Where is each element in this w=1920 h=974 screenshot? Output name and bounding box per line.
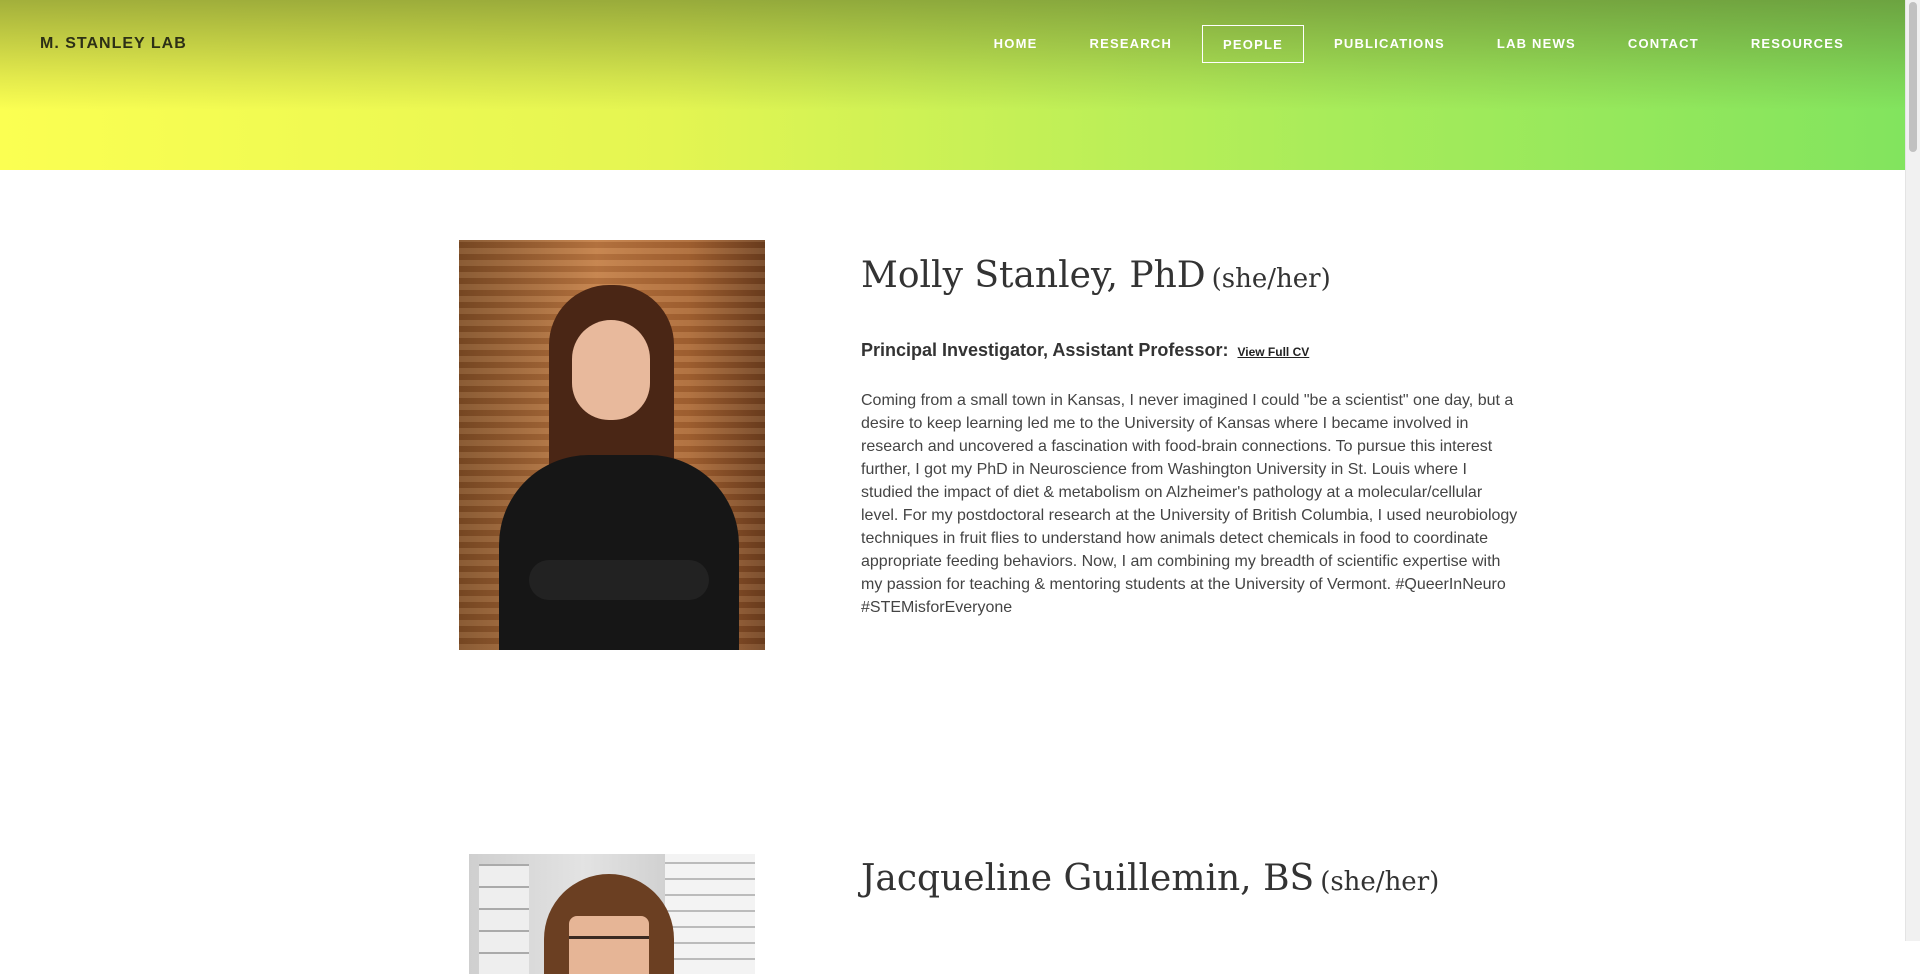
person-role: Principal Investigator, Assistant Profes… <box>861 340 1309 361</box>
person-name: Molly Stanley, PhD (she/her) <box>861 255 1331 296</box>
nav-lab-news[interactable]: LAB NEWS <box>1471 25 1602 63</box>
nav-home[interactable]: HOME <box>968 25 1064 63</box>
photo-shelf-left <box>479 864 529 974</box>
nav-people[interactable]: PEOPLE <box>1202 25 1304 63</box>
nav-resources[interactable]: RESOURCES <box>1725 25 1870 63</box>
nav-publications[interactable]: PUBLICATIONS <box>1308 25 1471 63</box>
scrollbar-thumb[interactable] <box>1909 2 1917 152</box>
photo-glasses <box>569 936 649 955</box>
portrait-photo <box>469 854 755 974</box>
photo-arms <box>529 560 709 600</box>
photo-body <box>499 455 739 650</box>
person-bio: Coming from a small town in Kansas, I ne… <box>861 392 1518 616</box>
nav-research[interactable]: RESEARCH <box>1063 25 1198 63</box>
portrait-photo <box>459 240 765 650</box>
person-role-text: Principal Investigator, Assistant Profes… <box>861 340 1229 360</box>
person-name-text: Molly Stanley, PhD <box>861 255 1206 296</box>
person-pronouns: (she/her) <box>1211 264 1331 294</box>
person-name-text: Jacqueline Guillemin, BS <box>861 858 1315 899</box>
view-cv-link[interactable]: View Full CV <box>1237 345 1309 359</box>
photo-shelf-right <box>665 854 755 974</box>
photo-face <box>572 320 650 420</box>
site-logo[interactable]: M. STANLEY LAB <box>40 35 187 53</box>
main-nav: HOME RESEARCH PEOPLE PUBLICATIONS LAB NE… <box>968 25 1870 63</box>
nav-contact[interactable]: CONTACT <box>1602 25 1725 63</box>
person-name: Jacqueline Guillemin, BS (she/her) <box>861 858 1439 899</box>
page-scrollbar[interactable] <box>1905 0 1920 941</box>
person-pronouns: (she/her) <box>1320 867 1440 897</box>
